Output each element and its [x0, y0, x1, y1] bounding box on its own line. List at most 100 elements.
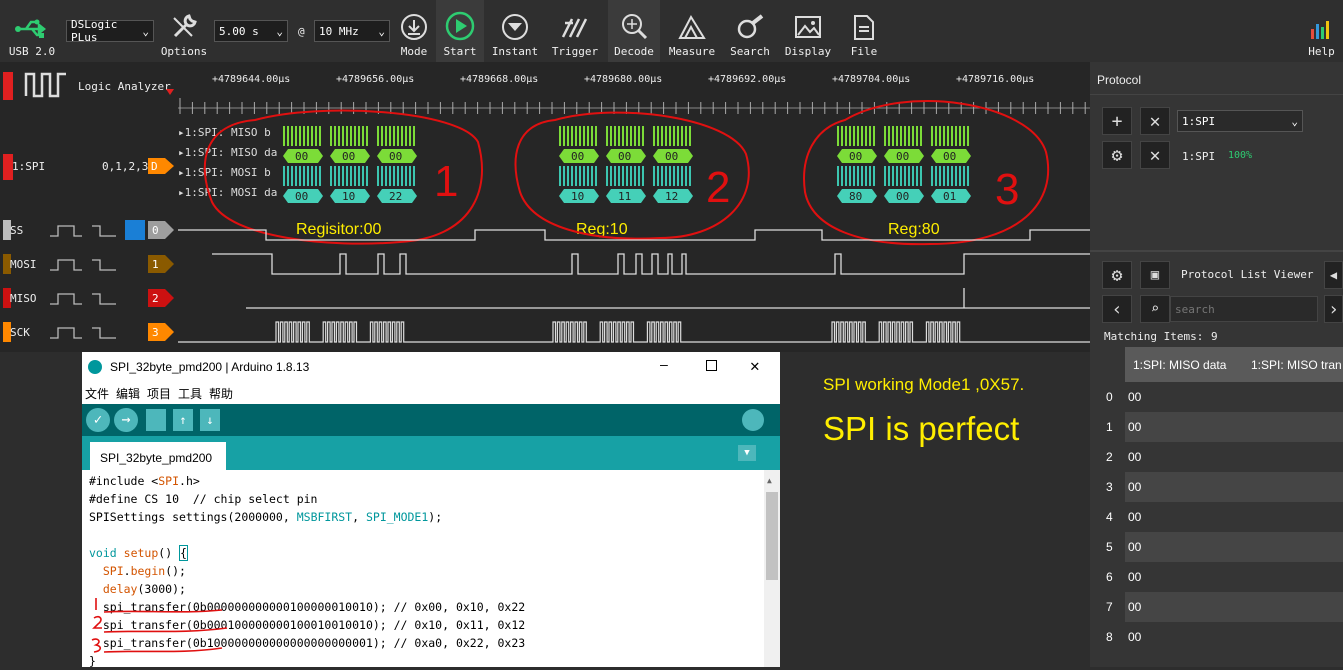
row-background: [1125, 562, 1343, 592]
decode-button[interactable]: Decode: [608, 0, 660, 62]
search-button[interactable]: Search: [724, 0, 776, 62]
channel-row[interactable]: SCK 3: [3, 321, 1090, 343]
miso-frame[interactable]: 00: [377, 126, 417, 163]
menu-item[interactable]: 编辑: [116, 385, 140, 402]
prev-button[interactable]: ‹: [1102, 295, 1132, 323]
protocol-select[interactable]: 1:SPI ⌄: [1177, 110, 1303, 132]
device-select[interactable]: DSLogic PLus ⌄: [66, 18, 154, 44]
miso-frame[interactable]: 00: [653, 126, 693, 163]
chevron-down-icon: ⌄: [142, 24, 149, 38]
trigger-button[interactable]: Trigger: [550, 0, 600, 62]
mosi-frame[interactable]: 10: [330, 166, 370, 203]
annotation-number: 1: [434, 157, 458, 206]
table-row[interactable]: 5 00: [1090, 532, 1343, 562]
delete-decoder-button[interactable]: ✕: [1140, 141, 1170, 169]
table-row[interactable]: 2 00: [1090, 442, 1343, 472]
help-button[interactable]: Help: [1300, 0, 1343, 62]
column-header[interactable]: 1:SPI: MISO tran: [1251, 358, 1342, 372]
editor-scrollbar[interactable]: ▲: [764, 470, 780, 667]
maximize-icon[interactable]: [706, 360, 717, 371]
trigger-edge-icons[interactable]: [50, 225, 116, 237]
viewer-settings-button[interactable]: ⚙: [1102, 261, 1132, 289]
verify-button[interactable]: ✓: [86, 408, 110, 432]
tab-menu-icon[interactable]: ▼: [738, 445, 756, 461]
trigger-edge-icons[interactable]: [50, 259, 116, 271]
row-index: 2: [1106, 450, 1113, 464]
mosi-frame[interactable]: 00: [884, 166, 924, 203]
miso-frame[interactable]: 00: [330, 126, 370, 163]
instant-button[interactable]: Instant: [490, 0, 540, 62]
options-button[interactable]: Options: [158, 0, 210, 62]
table-header: 1:SPI: MISO data 1:SPI: MISO tran: [1125, 347, 1343, 382]
trigger-edge-icons[interactable]: [50, 293, 116, 305]
tab-sketch[interactable]: SPI_32byte_pmd200: [90, 442, 226, 470]
upload-button[interactable]: →: [114, 408, 138, 432]
remove-decoder-button[interactable]: ✕: [1140, 107, 1170, 135]
table-row[interactable]: 8 00: [1090, 622, 1343, 652]
row-value: 00: [1128, 390, 1142, 404]
add-decoder-button[interactable]: +: [1102, 107, 1132, 135]
save-button[interactable]: ▣: [1140, 261, 1170, 289]
close-icon[interactable]: ✕: [750, 356, 760, 375]
miso-frame[interactable]: 00: [884, 126, 924, 163]
measure-button[interactable]: Measure: [666, 0, 718, 62]
miso-frame[interactable]: 00: [931, 126, 971, 163]
save-icon[interactable]: ↓: [200, 409, 220, 431]
start-button[interactable]: Start: [436, 0, 484, 62]
mosi-frame[interactable]: 12: [653, 166, 693, 203]
table-row[interactable]: 0 00: [1090, 382, 1343, 412]
scroll-up-icon[interactable]: ▲: [767, 476, 772, 485]
table-row[interactable]: 1 00: [1090, 412, 1343, 442]
display-button[interactable]: Display: [784, 0, 832, 62]
next-button[interactable]: ›: [1324, 295, 1343, 323]
chevron-down-icon: ⌄: [378, 24, 385, 38]
plus-icon: +: [1111, 110, 1123, 132]
channel-row[interactable]: MOSI 1: [3, 253, 1090, 275]
channel-name: SS: [10, 224, 23, 237]
mosi-frame[interactable]: 22: [377, 166, 417, 203]
miso-frame[interactable]: 00: [559, 126, 599, 163]
duration-select[interactable]: 5.00 s ⌄: [214, 20, 288, 42]
decoder-settings-button[interactable]: ⚙: [1102, 141, 1132, 169]
waveform-canvas[interactable]: Logic Analyzer +4789644.00μs +4789656.00μ…: [0, 62, 1090, 352]
file-icon: [854, 15, 874, 40]
mode-button[interactable]: Mode: [394, 0, 434, 62]
table-row[interactable]: 4 00: [1090, 502, 1343, 532]
table-row[interactable]: 6 00: [1090, 562, 1343, 592]
mosi-frame[interactable]: 80: [837, 166, 877, 203]
search-go-button[interactable]: ⌕: [1140, 295, 1170, 323]
mosi-value: 11: [618, 190, 631, 203]
decode-icon: [622, 14, 648, 40]
file-button[interactable]: File: [840, 0, 888, 62]
chevron-left-icon: ‹: [1111, 298, 1123, 320]
scrollbar-thumb[interactable]: [766, 492, 778, 580]
mosi-frame[interactable]: 11: [606, 166, 646, 203]
open-icon[interactable]: ↑: [173, 409, 193, 431]
miso-frame[interactable]: 00: [606, 126, 646, 163]
column-header[interactable]: 1:SPI: MISO data: [1133, 358, 1226, 372]
mosi-frame[interactable]: 01: [931, 166, 971, 203]
new-file-icon[interactable]: [146, 409, 166, 431]
minimize-icon[interactable]: —: [660, 358, 668, 373]
menu-item[interactable]: 文件: [85, 385, 109, 402]
perfect-note: SPI is perfect: [823, 410, 1020, 447]
decoder-progress: 100%: [1228, 150, 1253, 161]
decoder-badge-text: D: [151, 160, 158, 173]
mosi-frame[interactable]: 10: [559, 166, 599, 203]
miso-frame[interactable]: 00: [283, 126, 323, 163]
menu-item[interactable]: 工具: [178, 385, 202, 402]
miso-frame[interactable]: 00: [837, 126, 877, 163]
serial-monitor-icon[interactable]: [742, 409, 764, 431]
mode-label: Mode: [400, 45, 428, 58]
navigate-button[interactable]: ◀: [1324, 261, 1343, 289]
menu-item[interactable]: 帮助: [209, 385, 233, 402]
mosi-frame[interactable]: 00: [283, 166, 323, 203]
table-row[interactable]: 7 00: [1090, 592, 1343, 622]
trigger-selected[interactable]: [125, 220, 145, 240]
channel-row[interactable]: MISO 2: [3, 288, 1090, 309]
search-input[interactable]: [1170, 296, 1318, 322]
rate-select[interactable]: 10 MHz ⌄: [314, 20, 390, 42]
menu-item[interactable]: 项目: [147, 385, 171, 402]
table-row[interactable]: 3 00: [1090, 472, 1343, 502]
trigger-edge-icons[interactable]: [50, 327, 116, 339]
